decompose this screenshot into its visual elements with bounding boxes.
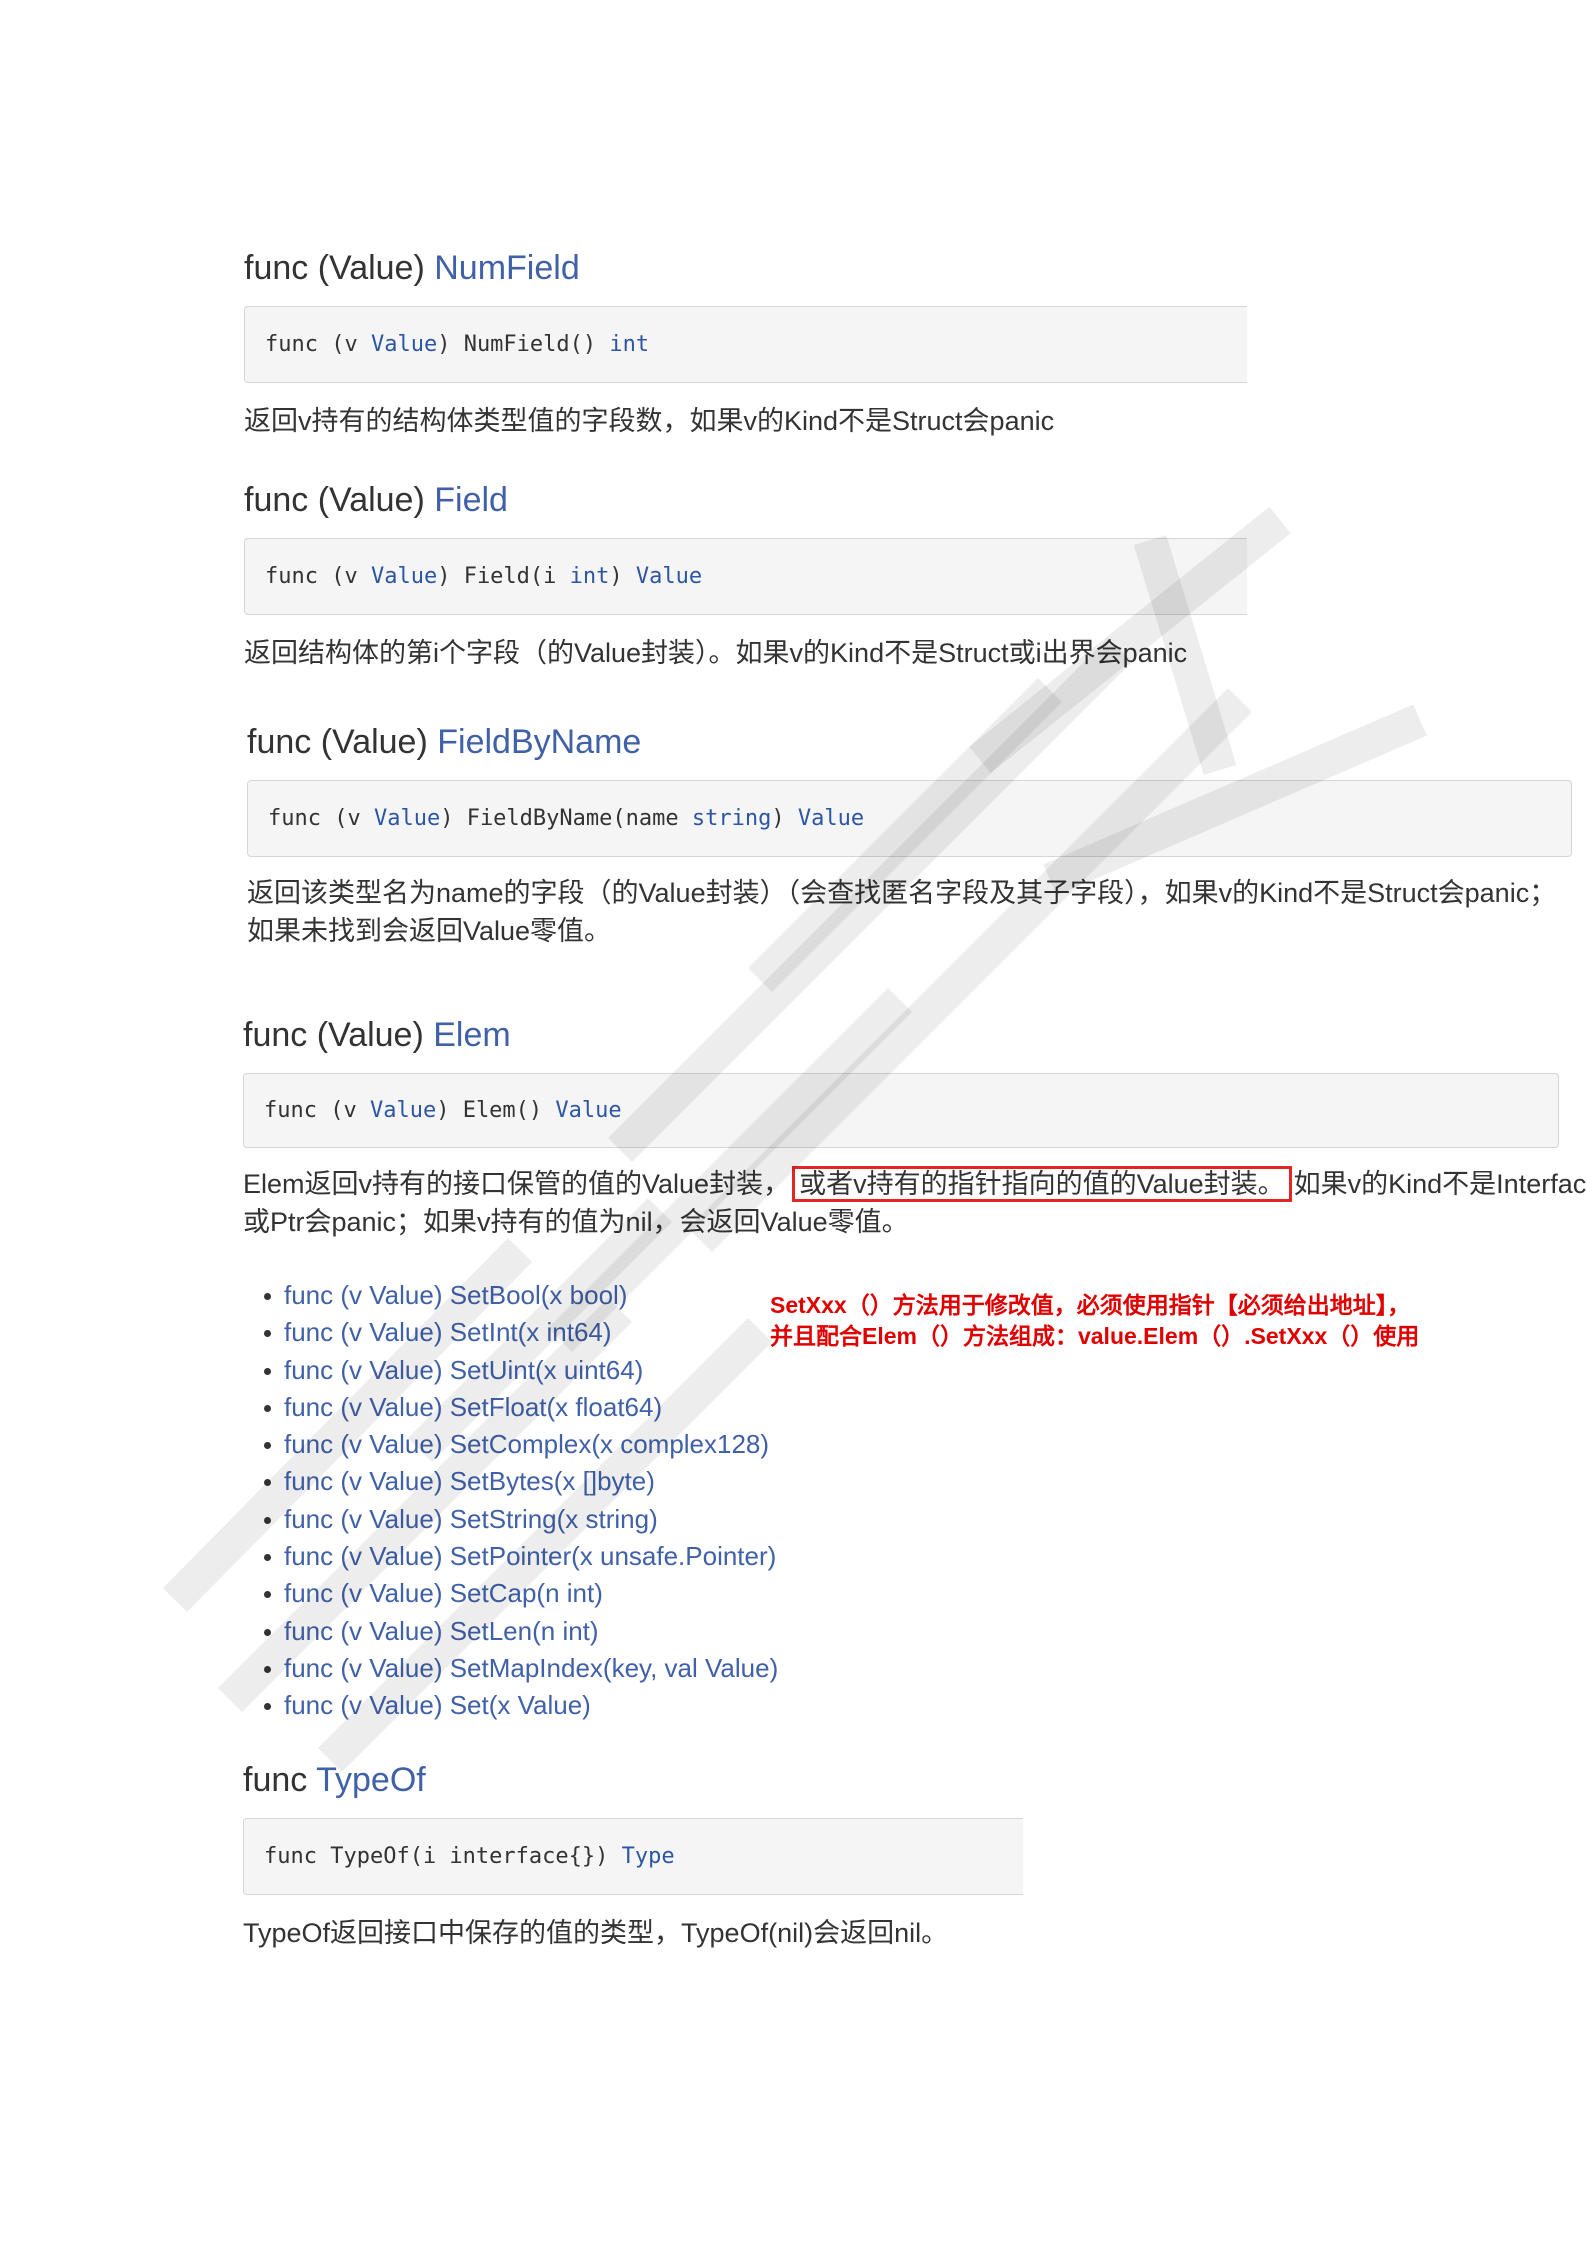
- fieldbyname-link[interactable]: FieldByName: [437, 723, 641, 761]
- code-fieldbyname: func (v Value) FieldByName(name string) …: [247, 780, 1572, 857]
- numfield-link[interactable]: NumField: [434, 249, 579, 287]
- desc-elem-line1: Elem返回v持有的接口保管的值的Value封装， 或者v持有的指针指向的值的Va…: [243, 1165, 1587, 1203]
- list-item[interactable]: func (v Value) SetFloat(x float64): [258, 1389, 778, 1426]
- desc-fieldbyname-line2: 如果未找到会返回Value零值。: [247, 916, 612, 946]
- list-item[interactable]: func (v Value) SetUint(x uint64): [258, 1352, 778, 1389]
- desc-elem-line2: 或Ptr会panic；如果v持有的值为nil，会返回Value零值。: [243, 1207, 909, 1237]
- typeof-link[interactable]: TypeOf: [316, 1761, 426, 1799]
- desc-field: 返回结构体的第i个字段（的Value封装）。如果v的Kind不是Struct或i…: [244, 638, 1188, 668]
- red-annotation: SetXxx（）方法用于修改值，必须使用指针【必须给出地址】， 并且配合Elem…: [770, 1290, 1419, 1352]
- list-item[interactable]: func (v Value) SetCap(n int): [258, 1575, 778, 1612]
- list-item[interactable]: func (v Value) SetString(x string): [258, 1501, 778, 1538]
- heading-numfield: func (Value) NumField: [244, 249, 580, 287]
- heading-typeof: func TypeOf: [243, 1761, 426, 1799]
- list-item[interactable]: func (v Value) Set(x Value): [258, 1687, 778, 1724]
- list-item[interactable]: func (v Value) SetLen(n int): [258, 1613, 778, 1650]
- field-link[interactable]: Field: [434, 481, 508, 519]
- desc-numfield: 返回v持有的结构体类型值的字段数，如果v的Kind不是Struct会panic: [244, 406, 1055, 436]
- desc-fieldbyname-line1: 返回该类型名为name的字段（的Value封装）（会查找匿名字段及其子字段），如…: [247, 878, 1557, 908]
- code-field: func (v Value) Field(i int) Value: [244, 538, 1247, 615]
- code-elem: func (v Value) Elem() Value: [243, 1073, 1559, 1148]
- annotation-line-2: 并且配合Elem（）方法组成：value.Elem（）.SetXxx（）使用: [770, 1323, 1420, 1349]
- annotation-line-1: SetXxx（）方法用于修改值，必须使用指针【必须给出地址】，: [770, 1292, 1411, 1318]
- heading-elem: func (Value) Elem: [243, 1016, 511, 1054]
- heading-fieldbyname: func (Value) FieldByName: [247, 723, 642, 761]
- desc-typeof: TypeOf返回接口中保存的值的类型，TypeOf(nil)会返回nil。: [243, 1918, 949, 1948]
- list-item[interactable]: func (v Value) SetBytes(x []byte): [258, 1463, 778, 1500]
- highlight-box: 或者v持有的指针指向的值的Value封装。: [792, 1166, 1292, 1202]
- elem-link[interactable]: Elem: [433, 1016, 510, 1054]
- list-item[interactable]: func (v Value) SetPointer(x unsafe.Point…: [258, 1538, 778, 1575]
- setter-method-list: func (v Value) SetBool(x bool) func (v V…: [258, 1277, 778, 1725]
- heading-field: func (Value) Field: [244, 481, 508, 519]
- code-numfield: func (v Value) NumField() int: [244, 306, 1247, 383]
- list-item[interactable]: func (v Value) SetMapIndex(key, val Valu…: [258, 1650, 778, 1687]
- list-item[interactable]: func (v Value) SetInt(x int64): [258, 1314, 778, 1351]
- code-typeof: func TypeOf(i interface{}) Type: [243, 1818, 1023, 1895]
- list-item[interactable]: func (v Value) SetBool(x bool): [258, 1277, 778, 1314]
- list-item[interactable]: func (v Value) SetComplex(x complex128): [258, 1426, 778, 1463]
